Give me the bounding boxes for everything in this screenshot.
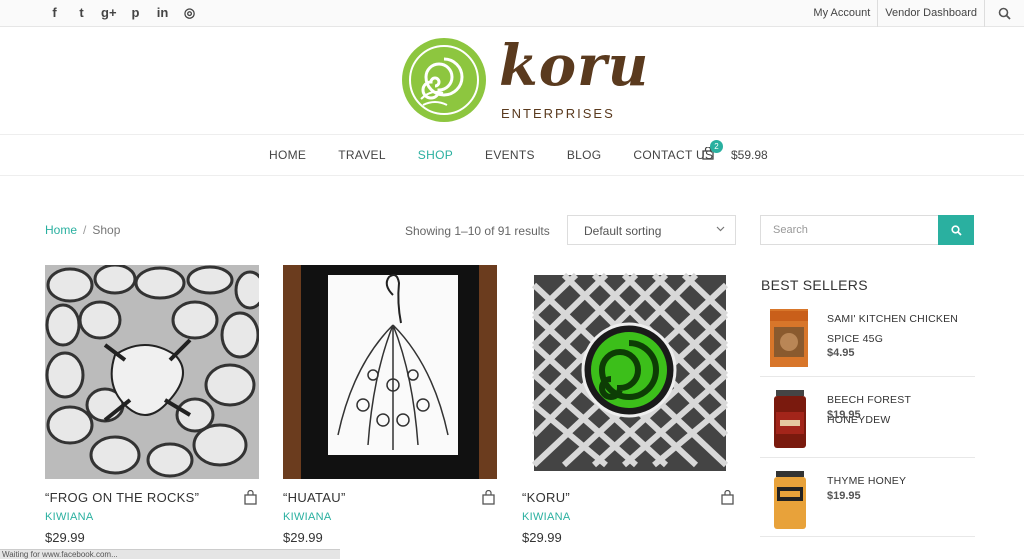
sorting-select[interactable]: Default sorting (567, 215, 736, 245)
cart-total: $59.98 (731, 148, 768, 162)
product-category[interactable]: KIWIANA (283, 511, 332, 523)
best-seller-name[interactable]: SAMI' KITCHEN CHICKEN SPICE 45G (827, 309, 977, 349)
breadcrumb-current: Shop (92, 223, 121, 237)
product-image[interactable] (283, 265, 497, 479)
product-price: $29.99 (283, 530, 323, 545)
product-card[interactable]: “HUATAU” KIWIANA $29.99 (283, 265, 498, 545)
sidebar-search-button[interactable] (938, 215, 974, 245)
product-image[interactable] (45, 263, 266, 479)
nav-shop[interactable]: SHOP (418, 148, 453, 162)
add-to-cart-icon[interactable] (482, 490, 495, 505)
product-card[interactable]: “FROG ON THE ROCKS” KIWIANA $29.99 (45, 263, 266, 545)
sidebar-search-input[interactable]: Search (760, 215, 939, 245)
brand-subtitle: ENTERPRISES (501, 106, 615, 121)
main-nav: HOME TRAVEL SHOP EVENTS BLOG CONTACT US (0, 134, 1024, 176)
product-category[interactable]: KIWIANA (45, 511, 94, 523)
product-card[interactable]: “KORU” KIWIANA $29.99 (522, 265, 737, 545)
breadcrumb-home-link[interactable]: Home (45, 223, 77, 237)
add-to-cart-icon[interactable] (721, 490, 734, 505)
product-image[interactable] (522, 265, 736, 479)
koru-logo-icon (402, 38, 486, 122)
product-thumbnail (774, 390, 806, 448)
browser-status-bar: Waiting for www.facebook.com... (0, 549, 340, 559)
product-title[interactable]: “KORU” (522, 490, 570, 505)
product-title[interactable]: “HUATAU” (283, 490, 346, 505)
nav-blog[interactable]: BLOG (567, 148, 602, 162)
cart-button[interactable]: 2 $59.98 (702, 140, 772, 165)
brand-name: koru (499, 33, 650, 99)
cart-count-badge: 2 (710, 140, 723, 153)
search-icon (950, 224, 962, 236)
linkedin-icon[interactable]: in (155, 5, 170, 20)
pinterest-icon[interactable]: p (128, 5, 143, 20)
results-count: Showing 1–10 of 91 results (405, 224, 550, 238)
chevron-down-icon (716, 224, 725, 235)
site-logo[interactable]: koru ENTERPRISES (401, 33, 648, 127)
twitter-icon[interactable]: t (74, 5, 89, 20)
best-seller-item[interactable]: BEECH FOREST HONEYDEW $19.95 (760, 390, 975, 458)
product-price: $29.99 (522, 530, 562, 545)
best-seller-price: $19.95 (827, 409, 861, 421)
add-to-cart-icon[interactable] (244, 490, 257, 505)
nav-home[interactable]: HOME (269, 148, 306, 162)
best-seller-item[interactable]: THYME HONEY $19.95 (760, 471, 975, 537)
google-plus-icon[interactable]: g+ (101, 5, 117, 20)
nav-travel[interactable]: TRAVEL (338, 148, 386, 162)
facebook-icon[interactable]: f (47, 5, 62, 20)
best-seller-price: $19.95 (827, 490, 861, 502)
best-sellers-heading: BEST SELLERS (761, 277, 868, 293)
product-category[interactable]: KIWIANA (522, 511, 571, 523)
instagram-icon[interactable]: ◎ (182, 5, 197, 20)
search-icon[interactable] (984, 0, 1024, 27)
sorting-value: Default sorting (584, 224, 662, 238)
best-seller-name[interactable]: THYME HONEY (827, 471, 977, 491)
top-bar: f t g+ p in ◎ My Account Vendor Dashboar… (0, 0, 1024, 27)
social-links: f t g+ p in ◎ (47, 5, 197, 20)
vendor-dashboard-link[interactable]: Vendor Dashboard (877, 0, 984, 27)
breadcrumb: Home / Shop (45, 223, 120, 237)
product-thumbnail (770, 309, 808, 367)
my-account-link[interactable]: My Account (806, 0, 877, 27)
product-thumbnail (774, 471, 806, 529)
product-title[interactable]: “FROG ON THE ROCKS” (45, 490, 199, 505)
best-seller-item[interactable]: SAMI' KITCHEN CHICKEN SPICE 45G $4.95 (760, 309, 975, 377)
account-links: My Account Vendor Dashboard (806, 0, 1024, 27)
best-seller-price: $4.95 (827, 347, 855, 359)
product-price: $29.99 (45, 530, 85, 545)
nav-events[interactable]: EVENTS (485, 148, 535, 162)
breadcrumb-separator: / (83, 223, 87, 237)
